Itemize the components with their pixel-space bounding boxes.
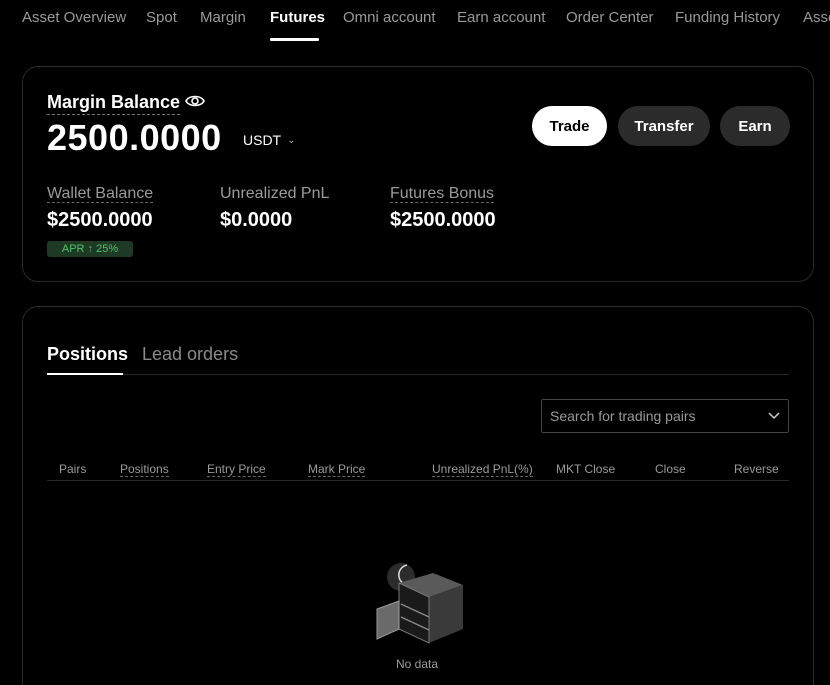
margin-balance-title[interactable]: Margin Balance: [47, 92, 181, 115]
col-close: Close: [655, 462, 686, 476]
nav-tab-order-center[interactable]: Order Center: [566, 9, 654, 26]
eye-icon[interactable]: [185, 93, 205, 109]
currency-selector[interactable]: USDT ⌄: [243, 132, 296, 148]
col-reverse: Reverse: [734, 462, 779, 476]
trade-button[interactable]: Trade: [532, 106, 607, 146]
futures-bonus-value: $2500.0000: [390, 209, 496, 231]
empty-box-icon: [376, 563, 463, 644]
nav-tab-earn-account[interactable]: Earn account: [457, 9, 545, 26]
active-tab-underline: [47, 373, 123, 375]
search-trading-pairs-input[interactable]: Search for trading pairs: [541, 399, 789, 433]
nav-tab-asset-overview[interactable]: Asset Overview: [22, 9, 126, 26]
chevron-down-icon: ⌄: [287, 135, 296, 146]
currency-label: USDT: [243, 132, 282, 148]
col-positions[interactable]: Positions: [120, 462, 169, 477]
wallet-balance-label[interactable]: Wallet Balance: [47, 185, 154, 203]
search-placeholder: Search for trading pairs: [550, 408, 696, 424]
apr-badge: APR ↑ 25%: [47, 241, 133, 257]
unrealized-pnl-value: $0.0000: [220, 209, 293, 231]
table-header-divider: [47, 480, 789, 481]
col-mkt-close: MKT Close: [556, 462, 616, 476]
no-data-text: No data: [396, 657, 439, 671]
wallet-balance-stat: Wallet Balance $2500.0000: [47, 185, 154, 232]
nav-tab-spot[interactable]: Spot: [146, 9, 177, 26]
active-tab-underline: [270, 38, 319, 41]
col-mark-price[interactable]: Mark Price: [308, 462, 366, 477]
earn-button[interactable]: Earn: [720, 106, 790, 146]
wallet-balance-value: $2500.0000: [47, 209, 153, 231]
chevron-down-icon[interactable]: [768, 412, 780, 420]
unrealized-pnl-label: Unrealized PnL: [220, 185, 330, 202]
top-nav: Asset Overview Spot Margin Futures Omni …: [0, 0, 830, 42]
transfer-button[interactable]: Transfer: [618, 106, 710, 146]
nav-tab-asset-overflow[interactable]: Asse: [803, 9, 830, 26]
margin-balance-amount: 2500.0000: [47, 117, 222, 158]
col-pairs: Pairs: [59, 462, 87, 476]
col-unrealized-pnl[interactable]: Unrealized PnL(%): [432, 462, 533, 477]
unrealized-pnl-stat: Unrealized PnL $0.0000: [220, 185, 329, 232]
nav-tab-futures[interactable]: Futures: [270, 9, 325, 26]
tab-positions[interactable]: Positions: [47, 344, 128, 365]
nav-tab-omni-account[interactable]: Omni account: [343, 9, 436, 26]
tabs-divider: [47, 374, 789, 375]
futures-bonus-stat: Futures Bonus $2500.0000: [390, 185, 496, 232]
positions-card: Positions Lead orders Search for trading…: [22, 306, 814, 685]
nav-tab-funding-history[interactable]: Funding History: [675, 9, 780, 26]
nav-tab-margin[interactable]: Margin: [200, 9, 246, 26]
margin-balance-card: Margin Balance 2500.0000 USDT ⌄ Trade Tra…: [22, 66, 814, 282]
futures-bonus-label[interactable]: Futures Bonus: [390, 185, 495, 203]
col-entry-price[interactable]: Entry Price: [207, 462, 266, 477]
tab-lead-orders[interactable]: Lead orders: [142, 344, 238, 365]
